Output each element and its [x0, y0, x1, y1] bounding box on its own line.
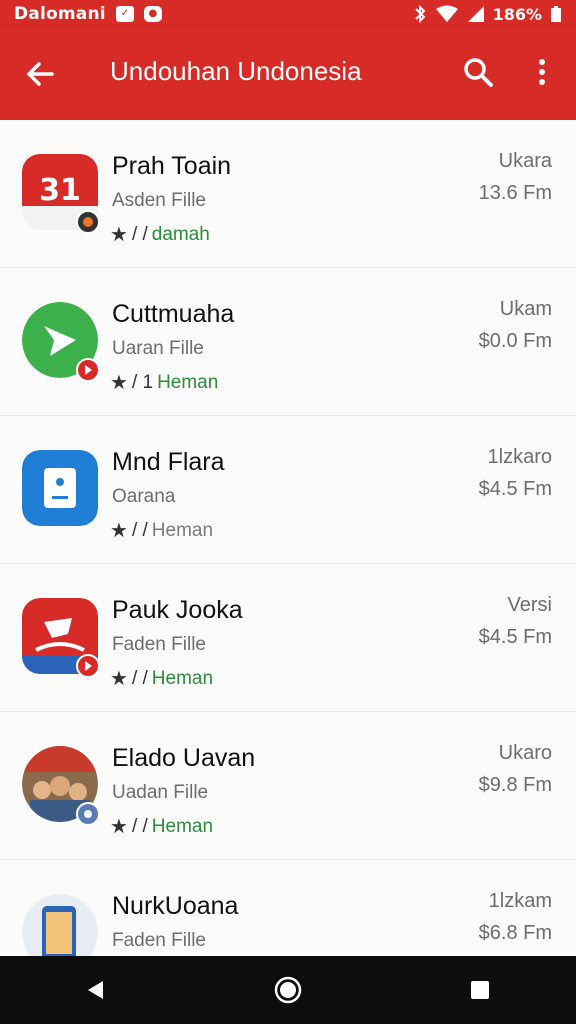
app-name: NurkUoana [112, 892, 239, 920]
file-type: Uadan Fille [112, 782, 209, 803]
size-label: $9.8 Fm [478, 774, 552, 796]
version-label: 1lzkam [488, 890, 552, 912]
version-label: Ukaro [498, 742, 552, 764]
system-nav-bar [0, 956, 576, 1024]
download-list: 31 Prah Toain Asden Fille ★ / / damah Uk… [0, 120, 576, 956]
size-label: 13.6 Fm [478, 182, 552, 204]
pin-icon: ★ [110, 224, 128, 246]
triangle-back-icon[interactable] [66, 960, 126, 1020]
status-bar: Dalomani ✓ ● 186% [0, 0, 576, 28]
app-icon [22, 302, 100, 382]
status-label: Heman [157, 371, 219, 393]
battery-percent: 186% [492, 4, 542, 24]
pin-icon: ★ [110, 372, 128, 394]
app-name: Elado Uavan [112, 744, 256, 772]
status-label: Heman [151, 667, 214, 689]
list-item[interactable]: Elado Uavan Uadan Fille ★ / / Heman Ukar… [0, 712, 576, 860]
file-type: Faden Fille [112, 930, 206, 951]
size-label: $6.8 Fm [478, 922, 552, 944]
pin-icon: ★ [110, 668, 128, 690]
list-item[interactable]: 31 Prah Toain Asden Fille ★ / / damah Uk… [0, 120, 576, 268]
file-type: Uaran Fille [112, 338, 204, 359]
item-meta: ★ / / Heman [110, 667, 214, 691]
version-label: Versi [507, 594, 552, 616]
notification-icon: ✓ [115, 6, 134, 22]
size-label: $0.0 Fm [478, 330, 552, 352]
badge-icon [76, 802, 100, 826]
status-label: Heman [151, 519, 214, 541]
app-icon [22, 746, 100, 826]
list-item[interactable]: NurkUoana Faden Fille 1lzkam $6.8 Fm [0, 860, 576, 956]
version-label: Ukara [498, 150, 552, 172]
signal-icon [467, 6, 484, 22]
arrow-back-icon[interactable] [22, 56, 58, 92]
wifi-icon [435, 5, 458, 22]
app-bar: Undouhan Undonesia [0, 28, 576, 120]
version-label: 1lzkaro [487, 446, 552, 468]
item-meta: ★ / / Heman [110, 519, 214, 543]
file-type: Faden Fille [112, 634, 206, 655]
list-item[interactable]: Mnd Flara Oarana ★ / / Heman 1lzkaro $4.… [0, 416, 576, 564]
app-name: Pauk Jooka [112, 596, 243, 624]
pin-icon: ★ [110, 520, 128, 542]
app-icon [22, 894, 98, 956]
app-name: Cuttmuaha [112, 300, 235, 328]
search-icon[interactable] [460, 54, 496, 90]
file-type: Asden Fille [112, 190, 206, 211]
item-meta: ★ / 1 Heman [110, 371, 219, 395]
bluetooth-icon [414, 5, 425, 23]
status-label: Heman [151, 815, 214, 837]
app-icon: 31 [22, 154, 100, 234]
status-label: damah [151, 223, 210, 245]
more-vert-icon[interactable] [528, 54, 556, 90]
size-label: $4.5 Fm [478, 478, 552, 500]
app-name: Prah Toain [112, 152, 232, 180]
file-type: Oarana [112, 486, 176, 507]
size-label: $4.5 Fm [478, 626, 552, 648]
badge-icon [76, 210, 100, 234]
square-recents-icon[interactable] [450, 960, 510, 1020]
app-name: Mnd Flara [112, 448, 225, 476]
svg-text:31: 31 [39, 173, 81, 208]
app-icon [22, 450, 98, 526]
message-icon: ● [143, 6, 162, 22]
page-title: Undouhan Undonesia [110, 56, 362, 86]
app-icon [22, 598, 100, 678]
battery-icon [551, 6, 561, 22]
list-item[interactable]: Cuttmuaha Uaran Fille ★ / 1 Heman Ukam $… [0, 268, 576, 416]
badge-icon [76, 654, 100, 678]
item-meta: ★ / / damah [110, 223, 210, 247]
pin-icon: ★ [110, 816, 128, 838]
status-carrier: Dalomani [14, 4, 106, 24]
list-item[interactable]: Pauk Jooka Faden Fille ★ / / Heman Versi… [0, 564, 576, 712]
badge-icon [76, 358, 100, 382]
version-label: Ukam [499, 298, 552, 320]
circle-home-icon[interactable] [258, 960, 318, 1020]
item-meta: ★ / / Heman [110, 815, 214, 839]
